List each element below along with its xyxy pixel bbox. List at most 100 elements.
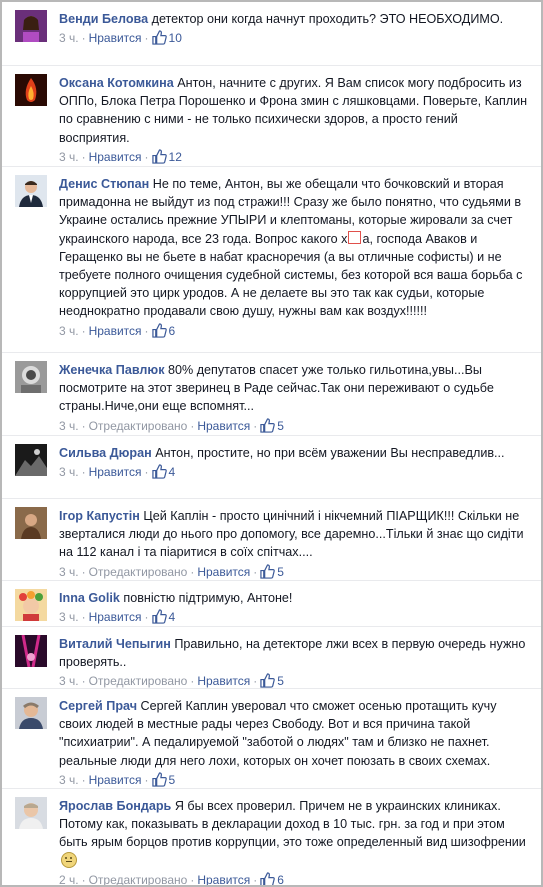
like-count-button[interactable]: 4 bbox=[151, 609, 176, 625]
thumbs-up-icon bbox=[151, 322, 167, 338]
comment-body: Женечка Павлюк 80% депутатов спасет уже … bbox=[59, 353, 541, 435]
like-button[interactable]: Нравится bbox=[197, 419, 250, 433]
like-count-button[interactable]: 10 bbox=[151, 30, 182, 45]
comment: Inna Golik повністю підтримую, Антоне! 3… bbox=[2, 581, 541, 627]
like-button[interactable]: Нравится bbox=[89, 773, 142, 787]
like-button[interactable]: Нравится bbox=[197, 565, 250, 579]
like-count: 5 bbox=[168, 772, 176, 787]
author-name[interactable]: Сергей Прач bbox=[59, 699, 137, 713]
comment: Денис Стюпан Не по теме, Антон, вы же об… bbox=[2, 167, 541, 353]
comment-text: Не по теме, Антон, вы же обещали что боч… bbox=[59, 177, 523, 319]
thumbs-up-icon bbox=[151, 464, 167, 479]
edited-label[interactable]: Отредактировано bbox=[89, 419, 188, 433]
like-button[interactable]: Нравится bbox=[89, 610, 142, 624]
like-count-button[interactable]: 6 bbox=[151, 322, 176, 338]
like-button[interactable]: Нравится bbox=[89, 31, 142, 45]
avatar[interactable] bbox=[15, 507, 47, 539]
like-count: 4 bbox=[168, 610, 176, 625]
comment-body: Венди Белова детектор они когда начнут п… bbox=[59, 2, 541, 47]
comment-list: Венди Белова детектор они когда начнут п… bbox=[2, 2, 541, 887]
author-name[interactable]: Виталий Чепыгин bbox=[59, 637, 171, 651]
avatar[interactable] bbox=[15, 74, 47, 106]
like-count: 6 bbox=[277, 872, 284, 887]
author-name[interactable]: Сильва Дюран bbox=[59, 446, 152, 460]
comment: Венди Белова детектор они когда начнут п… bbox=[2, 2, 541, 66]
comment: Оксана Котомкина Антон, начните с других… bbox=[2, 66, 541, 167]
smile-emoji-icon bbox=[61, 851, 77, 868]
like-count: 5 bbox=[277, 418, 284, 433]
like-count: 5 bbox=[277, 674, 284, 689]
like-count: 6 bbox=[168, 323, 176, 338]
comment: Ігор Капустін Цей Каплін - просто цинічн… bbox=[2, 499, 541, 581]
like-count-button[interactable]: 12 bbox=[151, 149, 182, 164]
comment-meta: 3 ч. · Нравится · 6 bbox=[59, 322, 176, 338]
like-button[interactable]: Нравится bbox=[89, 324, 142, 338]
author-name[interactable]: Ярослав Бондарь bbox=[59, 799, 171, 813]
comment: Сергей Прач Сергей Каплин уверовал что с… bbox=[2, 689, 541, 789]
avatar[interactable] bbox=[15, 444, 47, 476]
timestamp[interactable]: 3 ч. bbox=[59, 31, 79, 45]
timestamp[interactable]: 2 ч. bbox=[59, 873, 79, 885]
comment-text: Антон, простите, но при всём уважении Вы… bbox=[155, 446, 505, 460]
like-count: 5 bbox=[277, 564, 284, 579]
comment-text: повністю підтримую, Антоне! bbox=[123, 591, 293, 605]
thumbs-up-icon bbox=[260, 563, 276, 579]
timestamp[interactable]: 3 ч. bbox=[59, 324, 79, 338]
like-button[interactable]: Нравится bbox=[89, 465, 142, 479]
comment-body: Денис Стюпан Не по теме, Антон, вы же об… bbox=[59, 167, 541, 340]
like-count-button[interactable]: 6 bbox=[260, 872, 284, 887]
timestamp[interactable]: 3 ч. bbox=[59, 674, 79, 688]
avatar[interactable] bbox=[15, 175, 47, 207]
like-count: 4 bbox=[168, 465, 176, 480]
thumbs-up-icon bbox=[260, 673, 276, 689]
timestamp[interactable]: 3 ч. bbox=[59, 150, 79, 164]
comment: Сильва Дюран Антон, простите, но при всё… bbox=[2, 436, 541, 499]
comment-text: детектор они когда начнут проходить? ЭТО… bbox=[151, 12, 504, 26]
author-name[interactable]: Inna Golik bbox=[59, 591, 120, 605]
author-name[interactable]: Женечка Павлюк bbox=[59, 363, 165, 377]
comment-meta: 3 ч. · Нравится · 4 bbox=[59, 609, 176, 625]
comment-meta: 3 ч. · Нравится · 4 bbox=[59, 464, 176, 480]
author-name[interactable]: Венди Белова bbox=[59, 12, 148, 26]
like-button[interactable]: Нравится bbox=[197, 873, 250, 885]
timestamp[interactable]: 3 ч. bbox=[59, 773, 79, 787]
author-name[interactable]: Денис Стюпан bbox=[59, 177, 149, 191]
avatar[interactable] bbox=[15, 797, 47, 829]
avatar[interactable] bbox=[15, 697, 47, 729]
like-count-button[interactable]: 5 bbox=[260, 563, 284, 579]
comment-meta: 2 ч. · Отредактировано · Нравится · 6 bbox=[59, 872, 284, 887]
comment-meta: 3 ч. · Отредактировано · Нравится · 5 bbox=[59, 563, 284, 579]
avatar[interactable] bbox=[15, 10, 47, 42]
comments-frame: Венди Белова детектор они когда начнут п… bbox=[0, 0, 543, 887]
like-button[interactable]: Нравится bbox=[197, 674, 250, 688]
comment-body: Сильва Дюран Антон, простите, но при всё… bbox=[59, 436, 541, 481]
timestamp[interactable]: 3 ч. bbox=[59, 419, 79, 433]
timestamp[interactable]: 3 ч. bbox=[59, 565, 79, 579]
edited-label[interactable]: Отредактировано bbox=[89, 873, 188, 885]
avatar[interactable] bbox=[15, 635, 47, 667]
comment-body: Виталий Чепыгин Правильно, на детекторе … bbox=[59, 627, 541, 690]
comment-meta: 3 ч. · Нравится · 12 bbox=[59, 149, 182, 164]
thumbs-up-icon bbox=[151, 30, 167, 45]
edited-label[interactable]: Отредактировано bbox=[89, 674, 188, 688]
like-count-button[interactable]: 5 bbox=[260, 417, 284, 433]
edited-label[interactable]: Отредактировано bbox=[89, 565, 188, 579]
author-name[interactable]: Оксана Котомкина bbox=[59, 76, 174, 90]
avatar[interactable] bbox=[15, 589, 47, 621]
comment-body: Ігор Капустін Цей Каплін - просто цинічн… bbox=[59, 499, 541, 581]
comment: Женечка Павлюк 80% депутатов спасет уже … bbox=[2, 353, 541, 436]
like-count-button[interactable]: 5 bbox=[151, 772, 176, 787]
like-count-button[interactable]: 4 bbox=[151, 464, 176, 480]
thumbs-up-icon bbox=[151, 609, 167, 624]
author-name[interactable]: Ігор Капустін bbox=[59, 509, 140, 523]
like-count: 12 bbox=[168, 149, 182, 164]
comment-meta: 3 ч. · Отредактировано · Нравится · 5 bbox=[59, 673, 284, 689]
like-button[interactable]: Нравится bbox=[89, 150, 142, 164]
comment-meta: 3 ч. · Нравится · 5 bbox=[59, 772, 176, 787]
thumbs-up-icon bbox=[260, 417, 276, 433]
thumbs-up-icon bbox=[151, 149, 167, 164]
timestamp[interactable]: 3 ч. bbox=[59, 465, 79, 479]
timestamp[interactable]: 3 ч. bbox=[59, 610, 79, 624]
avatar[interactable] bbox=[15, 361, 47, 393]
like-count-button[interactable]: 5 bbox=[260, 673, 284, 689]
